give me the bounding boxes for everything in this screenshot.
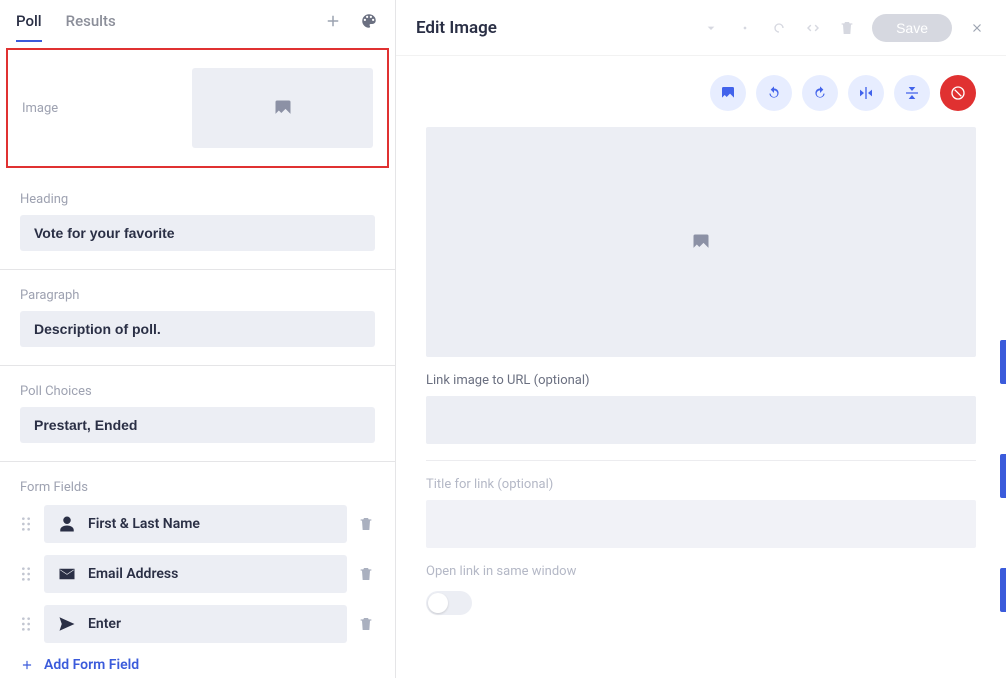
code-view-button[interactable] [804,19,822,37]
code-icon [805,20,821,36]
delete-field-button[interactable] [357,615,375,633]
form-field-row: First & Last Name [20,505,375,543]
trash-icon [358,566,374,582]
redo-icon [812,85,828,101]
block-paragraph[interactable]: Paragraph [0,270,395,366]
block-image[interactable]: Image [6,48,389,168]
trash-icon [358,516,374,532]
palette-icon [360,12,378,30]
link-title-label: Title for link (optional) [426,477,976,492]
edit-body: Link image to URL (optional) Title for l… [396,55,1006,678]
same-window-toggle[interactable] [426,591,472,615]
remove-icon [950,85,966,101]
flip-vertical-icon [904,85,920,101]
person-icon [58,515,76,533]
trash-icon [358,616,374,632]
flip-horizontal-button[interactable] [848,75,884,111]
rotate-left-button[interactable] [756,75,792,111]
flip-vertical-button[interactable] [894,75,930,111]
form-field-name[interactable]: First & Last Name [44,505,347,543]
edit-panel: Edit Image Save [396,0,1006,678]
flip-horizontal-icon [858,85,874,101]
image-icon [273,98,293,118]
drag-icon [20,566,32,582]
drag-icon [20,616,32,632]
remove-image-button[interactable] [940,75,976,111]
rotate-right-button[interactable] [802,75,838,111]
close-button[interactable] [968,19,986,37]
undo-icon [771,20,787,36]
replace-image-button[interactable] [710,75,746,111]
image-icon [691,232,711,252]
form-field-submit[interactable]: Enter [44,605,347,643]
dropdown-button[interactable] [702,19,720,37]
undo-icon [766,85,782,101]
edge-tab[interactable] [1000,454,1006,498]
block-form-fields: Form Fields First & Last Name [0,462,395,678]
envelope-icon [58,565,76,583]
form-field-label: First & Last Name [88,516,200,532]
pollchoices-input[interactable] [20,407,375,443]
image-field-label: Image [22,101,172,116]
image-preview[interactable] [426,127,976,357]
delete-field-button[interactable] [357,565,375,583]
formfields-label: Form Fields [20,480,375,495]
drag-icon [20,516,32,532]
link-url-label: Link image to URL (optional) [426,373,976,388]
tab-results[interactable]: Results [66,0,116,42]
heading-label: Heading [20,192,375,207]
paragraph-label: Paragraph [20,288,375,303]
drag-handle[interactable] [20,516,34,532]
theme-settings-button[interactable] [359,11,379,31]
image-icon [720,85,736,101]
form-field-label: Enter [88,616,121,632]
tab-poll[interactable]: Poll [16,0,42,42]
same-window-label: Open link in same window [426,564,576,579]
plus-icon [20,658,34,672]
dot-icon [737,20,753,36]
delete-field-button[interactable] [357,515,375,533]
edge-tab[interactable] [1000,340,1006,384]
close-icon [970,21,984,35]
revert-button[interactable] [770,19,788,37]
form-field-label: Email Address [88,566,178,582]
form-field-row: Email Address [20,555,375,593]
image-toolbar [426,75,976,111]
add-form-field-label: Add Form Field [44,657,139,673]
add-block-button[interactable] [323,11,343,31]
block-heading[interactable]: Heading [0,174,395,270]
image-placeholder[interactable] [192,68,373,148]
unknown-action[interactable] [736,19,754,37]
edge-tab[interactable] [1000,568,1006,612]
link-title-input[interactable] [426,500,976,548]
heading-input[interactable] [20,215,375,251]
section-divider [426,460,976,461]
tabs-bar: Poll Results [0,0,395,42]
delete-button[interactable] [838,19,856,37]
form-field-row: Enter [20,605,375,643]
drag-handle[interactable] [20,566,34,582]
block-poll-choices[interactable]: Poll Choices [0,366,395,462]
save-button[interactable]: Save [872,14,952,42]
add-form-field-button[interactable]: Add Form Field [20,657,375,673]
link-url-input[interactable] [426,396,976,444]
paragraph-input[interactable] [20,311,375,347]
trash-icon [839,20,855,36]
chevron-down-icon [703,20,719,36]
drag-handle[interactable] [20,616,34,632]
pollchoices-label: Poll Choices [20,384,375,399]
plus-icon [324,12,342,30]
edit-header: Edit Image Save [396,0,1006,55]
form-field-email[interactable]: Email Address [44,555,347,593]
sidebar: Poll Results Image Heading Paragraph [0,0,396,678]
edge-tabs [1000,340,1006,612]
edit-panel-title: Edit Image [416,18,497,38]
send-icon [58,615,76,633]
